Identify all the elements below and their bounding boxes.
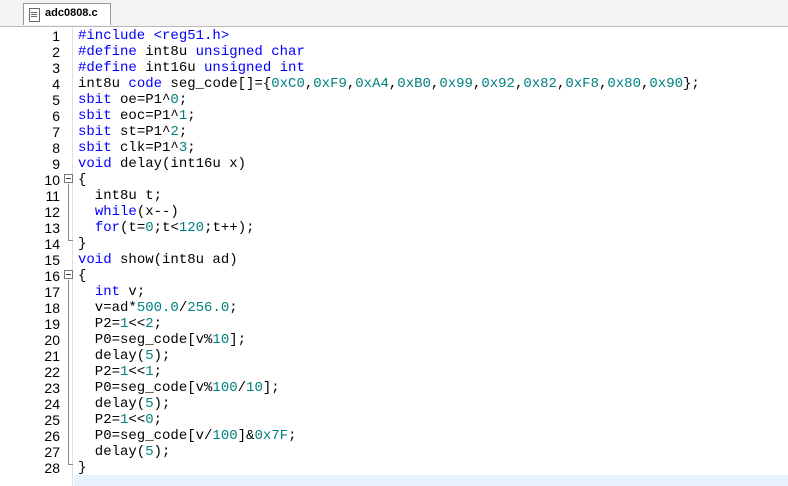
code-text: void show(int8u ad) [78,252,238,268]
fold-end-marker [68,464,73,465]
line-number: 11 [45,188,60,204]
code-line[interactable]: 9 void delay(int16u x) [0,156,788,172]
code-text: #define int8u unsigned char [78,44,305,60]
code-text: delay(5); [78,444,171,460]
code-text: #define int16u unsigned int [78,60,305,76]
tab-bar: adc0808.c [0,0,788,27]
code-text: { [78,172,87,188]
tab-label: adc0808.c [45,7,98,19]
fold-toggle-icon[interactable] [64,270,73,279]
line-number: 24 [44,396,60,412]
code-line[interactable]: 17 int v; [0,284,788,300]
code-line[interactable]: 10 { [0,172,788,188]
code-text: sbit oe=P1^0; [78,92,188,108]
line-number: 27 [44,444,60,460]
line-number: 26 [44,428,60,444]
code-line[interactable]: 26 P0=seg_code[v/100]&0x7F; [0,428,788,444]
line-number: 20 [44,332,60,348]
line-number: 25 [44,412,60,428]
code-text: int8u t; [78,188,163,204]
line-number: 2 [52,44,60,60]
line-number: 19 [44,316,60,332]
code-line[interactable]: 21 delay(5); [0,348,788,364]
code-text: sbit st=P1^2; [78,124,188,140]
line-number: 6 [52,108,60,124]
code-editor[interactable]: 1 #include <reg51.h> 2 #define int8u unsign… [0,27,788,486]
code-line[interactable]: 24 delay(5); [0,396,788,412]
tab-adc0808[interactable]: adc0808.c [23,3,111,25]
code-line[interactable]: 13 for(t=0;t<120;t++); [0,220,788,236]
code-line[interactable]: 8 sbit clk=P1^3; [0,140,788,156]
code-line[interactable]: 19 P2=1<<2; [0,316,788,332]
line-number: 1 [52,28,60,44]
code-line[interactable]: 27 delay(5); [0,444,788,460]
line-number: 12 [44,204,60,220]
code-line[interactable]: 15 void show(int8u ad) [0,252,788,268]
line-number: 21 [44,348,60,364]
line-number: 16 [44,268,60,284]
fold-toggle-icon[interactable] [64,174,73,183]
line-number: 3 [52,60,60,76]
code-text: P2=1<<1; [78,364,163,380]
code-text: int8u code seg_code[]={0xC0,0xF9,0xA4,0x… [78,76,700,92]
current-line-highlight [0,475,788,486]
code-text: void delay(int16u x) [78,156,247,172]
code-line[interactable]: 2 #define int8u unsigned char [0,44,788,60]
code-line[interactable]: 28} [0,460,788,476]
code-text: P2=1<<0; [78,412,163,428]
line-number: 18 [44,300,60,316]
code-line[interactable]: 4 int8u code seg_code[]={0xC0,0xF9,0xA4,0… [0,76,788,92]
line-number: 10 [44,172,60,188]
code-line[interactable]: 11 int8u t; [0,188,788,204]
line-number: 5 [52,92,60,108]
code-line[interactable]: 18 v=ad*500.0/256.0; [0,300,788,316]
line-number: 8 [52,140,60,156]
code-line[interactable]: 22 P2=1<<1; [0,364,788,380]
code-text: } [78,460,87,476]
fold-end-marker [68,240,73,241]
line-number: 9 [52,156,60,172]
code-line[interactable]: 20 P0=seg_code[v%10]; [0,332,788,348]
code-text: { [78,268,87,284]
code-line[interactable]: 7 sbit st=P1^2; [0,124,788,140]
code-text: sbit clk=P1^3; [78,140,196,156]
code-text: P0=seg_code[v%10]; [78,332,247,348]
line-number: 7 [52,124,60,140]
code-text: v=ad*500.0/256.0; [78,300,238,316]
fold-guide [68,280,69,464]
code-line[interactable]: 16 { [0,268,788,284]
line-number: 22 [44,364,60,380]
code-text: delay(5); [78,348,171,364]
code-line[interactable]: 6 sbit eoc=P1^1; [0,108,788,124]
line-number: 15 [44,252,60,268]
code-text: sbit eoc=P1^1; [78,108,196,124]
code-text: for(t=0;t<120;t++); [94,220,255,236]
file-icon [29,8,40,22]
fold-guide [68,184,69,240]
code-text: int v; [94,284,146,300]
code-text: P0=seg_code[v/100]&0x7F; [78,428,297,444]
code-line[interactable]: 5 sbit oe=P1^0; [0,92,788,108]
code-text: while(x--) [94,204,179,220]
line-number: 17 [44,284,60,300]
code-line[interactable]: 25 P2=1<<0; [0,412,788,428]
line-number: 14 [44,236,60,252]
line-number: 13 [44,220,60,236]
code-line[interactable]: 1 #include <reg51.h> [0,28,788,44]
line-number: 28 [44,460,60,476]
code-text: delay(5); [78,396,171,412]
line-number: 4 [52,76,60,92]
code-text: P2=1<<2; [78,316,163,332]
code-text: #include <reg51.h> [78,28,230,44]
code-text: P0=seg_code[v%100/10]; [78,380,280,396]
line-number: 23 [44,380,60,396]
code-text: } [78,236,87,252]
code-line[interactable]: 3 #define int16u unsigned int [0,60,788,76]
code-line[interactable]: 14} [0,236,788,252]
code-line[interactable]: 23 P0=seg_code[v%100/10]; [0,380,788,396]
code-line[interactable]: 12 while(x--) [0,204,788,220]
